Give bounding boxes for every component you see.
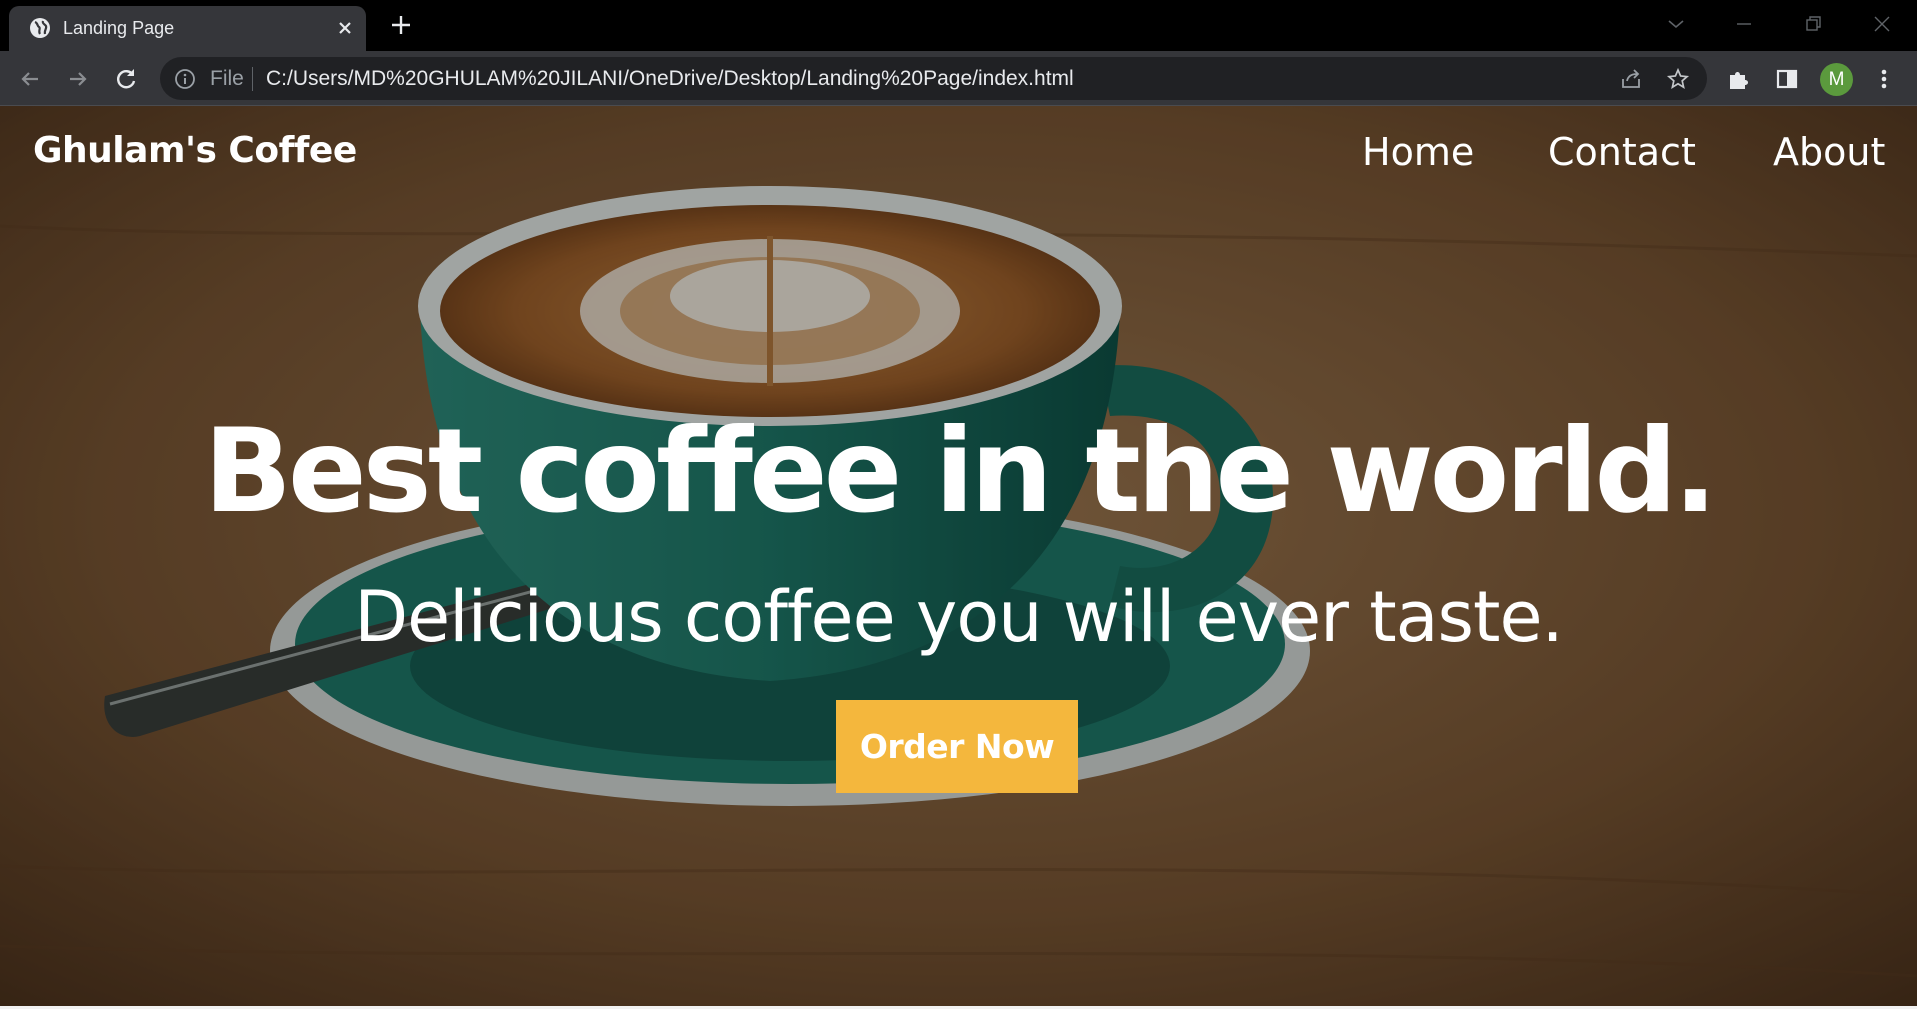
- puzzle-icon[interactable]: [1725, 65, 1753, 93]
- minimize-icon[interactable]: [1732, 12, 1756, 36]
- star-icon[interactable]: [1666, 67, 1690, 91]
- forward-arrow-icon[interactable]: [64, 65, 92, 93]
- browser-tab[interactable]: Landing Page: [9, 6, 366, 51]
- side-panel-icon[interactable]: [1773, 65, 1801, 93]
- order-now-button[interactable]: Order Now: [836, 700, 1078, 793]
- reload-icon[interactable]: [112, 65, 140, 93]
- chevron-down-icon[interactable]: [1664, 12, 1688, 36]
- address-bar[interactable]: File C:/Users/MD%20GHULAM%20JILANI/OneDr…: [160, 57, 1707, 100]
- browser-toolbar: File C:/Users/MD%20GHULAM%20JILANI/OneDr…: [0, 51, 1917, 106]
- landing-page: Ghulam's Coffee Home Contact About Best …: [0, 106, 1917, 1009]
- tab-title: Landing Page: [63, 18, 175, 38]
- brand-logo[interactable]: Ghulam's Coffee: [33, 130, 357, 171]
- kebab-menu-icon[interactable]: [1870, 65, 1898, 93]
- back-arrow-icon[interactable]: [16, 65, 44, 93]
- nav-link-about[interactable]: About: [1773, 130, 1885, 174]
- share-icon[interactable]: [1619, 67, 1643, 91]
- browser-tab-strip: Landing Page: [0, 0, 1917, 51]
- restore-icon[interactable]: [1801, 12, 1825, 36]
- address-separator: [252, 67, 253, 91]
- nav-link-home[interactable]: Home: [1362, 130, 1474, 174]
- info-icon[interactable]: [174, 68, 196, 90]
- file-scheme-label: File: [210, 67, 244, 90]
- hero-subheadline: Delicious coffee you will ever taste.: [354, 576, 1564, 658]
- nav-link-contact[interactable]: Contact: [1548, 130, 1696, 174]
- globe-icon: [30, 18, 50, 38]
- profile-avatar[interactable]: M: [1820, 63, 1853, 96]
- hero-dark-overlay: [0, 106, 1917, 1009]
- window-close-icon[interactable]: [1870, 12, 1894, 36]
- plus-icon[interactable]: [388, 12, 414, 38]
- url-text[interactable]: C:/Users/MD%20GHULAM%20JILANI/OneDrive/D…: [266, 67, 1074, 91]
- close-icon[interactable]: [335, 18, 355, 38]
- hero-headline: Best coffee in the world.: [203, 404, 1718, 539]
